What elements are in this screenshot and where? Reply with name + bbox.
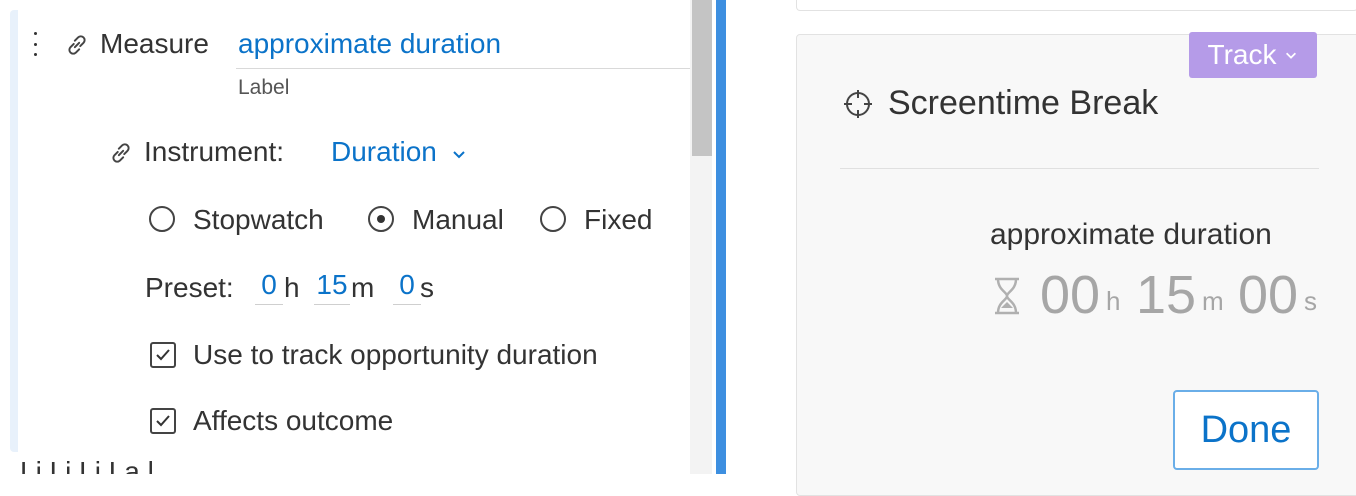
measure-name-input[interactable]: approximate duration [238,28,501,60]
preview-hours: 00 [1040,265,1101,325]
instrument-label: Instrument: [144,136,285,167]
radio-label-fixed: Fixed [584,204,653,235]
measure-prefix: Measure [100,28,209,59]
hourglass-icon [995,277,1019,315]
link-icon [68,35,86,55]
editor-panel: Measure approximate duration Label Instr… [0,0,716,474]
label-caption: Label [238,76,290,99]
radio-manual[interactable] [368,206,394,232]
track-button[interactable]: Track [1189,32,1317,78]
crosshair-icon [844,90,872,118]
preview-minutes-unit: m [1202,286,1224,316]
radio-label-stopwatch: Stopwatch [193,204,324,235]
radio-fixed[interactable] [540,206,566,232]
preview-seconds-unit: s [1304,286,1317,316]
preset-seconds-unit: s [420,272,434,303]
preview-minutes: 15 [1136,265,1197,325]
radio-label-manual: Manual [412,204,504,235]
checkbox-affects-outcome[interactable] [150,408,176,434]
preset-minutes-input[interactable]: 15 [314,268,350,305]
preview-measure-name: approximate duration [990,218,1272,251]
preview-seconds: 00 [1238,265,1299,325]
measure-input-underline [236,68,696,69]
checkbox-label-affects-outcome: Affects outcome [193,405,394,436]
chevron-down-icon [452,150,465,159]
link-icon [112,143,130,163]
preview-title: Screentime Break [888,84,1159,122]
next-item-label: Li Li Li La l [20,456,154,474]
checkmark-icon [156,349,170,361]
instrument-value: Duration [331,136,437,167]
preview-rule [840,168,1319,169]
more-options-icon[interactable] [28,32,42,56]
preview-hours-unit: h [1106,286,1121,316]
panel-divider[interactable] [716,0,726,474]
checkbox-track-opportunity[interactable] [150,342,176,368]
checkmark-icon [156,415,170,427]
preset-minutes-unit: m [351,272,375,303]
radio-stopwatch[interactable] [149,206,175,232]
instrument-select[interactable]: Duration [331,136,467,168]
done-button[interactable]: Done [1173,390,1319,470]
previous-card [796,0,1356,11]
chevron-down-icon [1286,52,1297,59]
scrollbar-thumb[interactable] [692,0,712,156]
preset-hours-input[interactable]: 0 [255,268,283,305]
checkbox-label-track-opportunity: Use to track opportunity duration [193,339,598,370]
preset-label: Preset: [145,272,234,303]
preset-seconds-input[interactable]: 0 [393,268,421,305]
preset-hours-unit: h [284,272,300,303]
track-button-label: Track [1207,39,1277,70]
